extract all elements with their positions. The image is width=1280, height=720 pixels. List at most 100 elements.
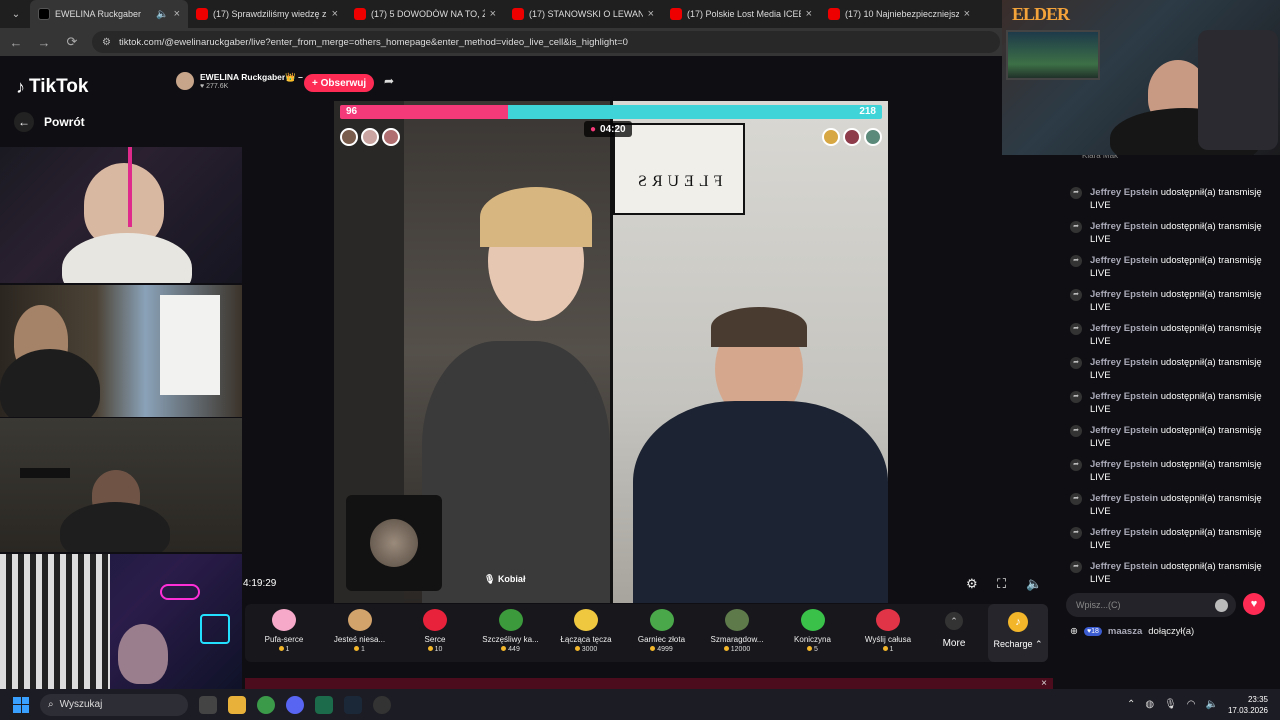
chat-username[interactable]: Jeffrey Epstein <box>1090 527 1158 538</box>
share-icon[interactable]: ➦ <box>384 74 394 88</box>
gift-name: Szmaragdow... <box>710 635 764 644</box>
tiktok-icon <box>38 8 50 20</box>
close-icon[interactable]: × <box>174 8 180 20</box>
taskbar-search[interactable]: ⌕ Wyszukaj <box>40 693 188 716</box>
chat-input[interactable]: Wpisz...(C) <box>1066 593 1236 617</box>
back-button[interactable]: ← Powrót <box>14 112 85 132</box>
browser-tab[interactable]: (17) Polskie Lost Media ICEBER × <box>662 0 820 28</box>
gift-name: Serce <box>424 635 446 644</box>
audio-playing-icon[interactable]: 🔈 <box>156 9 168 20</box>
share-icon: ➦ <box>1070 561 1082 573</box>
chat-username[interactable]: Jeffrey Epstein <box>1090 493 1158 504</box>
youtube-icon <box>512 8 524 20</box>
network-icon[interactable]: ◍ <box>1145 699 1154 710</box>
supporter-avatar[interactable] <box>864 128 882 146</box>
left-supporters[interactable] <box>340 128 400 146</box>
more-gifts-button[interactable]: ⌃ More <box>936 612 972 649</box>
close-icon[interactable]: × <box>964 8 970 20</box>
obs-icon[interactable] <box>373 695 391 714</box>
wifi-icon[interactable]: ◠ <box>1187 699 1196 710</box>
volume-icon[interactable]: 🔈 <box>1026 576 1042 592</box>
host-info[interactable]: EWELINA Ruckgaber👑 – ♥ 277.6K <box>176 72 303 90</box>
chrome-icon[interactable] <box>257 695 275 714</box>
host-name: EWELINA Ruckgaber👑 – <box>200 72 303 82</box>
browser-tab[interactable]: (17) 5 DOWODÓW NA TO, ŻE × <box>346 0 504 28</box>
back-arrow-icon[interactable]: ← <box>8 35 24 50</box>
gift-name: Pufa-serce <box>264 635 304 644</box>
gift-price: 4999 <box>624 646 700 653</box>
supporter-avatar[interactable] <box>822 128 840 146</box>
supporter-avatar[interactable] <box>843 128 861 146</box>
close-icon[interactable]: × <box>806 8 812 20</box>
supporter-avatar[interactable] <box>340 128 358 146</box>
follow-button[interactable]: + Obserwuj <box>304 74 375 92</box>
gift-item[interactable]: Łącząca tęcza 3000 <box>548 609 624 653</box>
discord-icon[interactable] <box>286 695 304 714</box>
guest-inset-video[interactable] <box>346 495 442 591</box>
gift-icon <box>649 609 674 631</box>
gift-item[interactable]: Szmaragdow... 12000 <box>699 609 775 653</box>
gift-price: 12000 <box>699 646 775 653</box>
chat-username[interactable]: Jeffrey Epstein <box>1090 187 1158 198</box>
chat-username[interactable]: Jeffrey Epstein <box>1090 357 1158 368</box>
browser-tab[interactable]: (17) 10 Najniebezpieczniejszych × <box>820 0 978 28</box>
share-icon: ➦ <box>1070 289 1082 301</box>
chat-username[interactable]: Jeffrey Epstein <box>1090 255 1158 266</box>
chat-username[interactable]: Jeffrey Epstein <box>1090 391 1158 402</box>
clock[interactable]: 23:35 17.03.2026 <box>1228 694 1268 716</box>
close-icon[interactable]: × <box>648 8 654 20</box>
supporter-avatar[interactable] <box>382 128 400 146</box>
guest-label: 🎙 Kobiał <box>484 574 526 584</box>
settings-gear-icon[interactable]: ⚙ <box>966 576 978 592</box>
gift-item[interactable]: Jesteś niesa... 1 <box>322 609 398 653</box>
share-icon: ➦ <box>1070 187 1082 199</box>
chat-username[interactable]: Jeffrey Epstein <box>1090 425 1158 436</box>
supporter-avatar[interactable] <box>361 128 379 146</box>
youtube-icon <box>828 8 840 20</box>
speaker-icon[interactable]: 🔈 <box>1206 699 1218 710</box>
right-supporters[interactable] <box>822 128 882 146</box>
chat-username[interactable]: Jeffrey Epstein <box>1090 323 1158 334</box>
forward-arrow-icon[interactable]: → <box>36 35 52 50</box>
elapsed-time: 4:19:29 <box>243 578 277 589</box>
like-heart-button[interactable]: ♥ <box>1243 593 1265 615</box>
gift-price: 1 <box>322 646 398 653</box>
close-icon[interactable]: × <box>332 8 338 20</box>
host-avatar[interactable] <box>176 72 194 90</box>
chat-username[interactable]: Jeffrey Epstein <box>1090 561 1158 572</box>
microphone-icon[interactable]: 🎙 <box>1164 699 1177 710</box>
chat-message: ➦ Jeffrey Epstein udostępnił(a) transmisj… <box>1070 492 1270 518</box>
recharge-label: Recharge ⌃ <box>993 639 1043 649</box>
chevron-up-icon[interactable]: ⌃ <box>1127 699 1135 710</box>
close-icon[interactable]: × <box>490 8 496 20</box>
xbox-icon[interactable] <box>315 695 333 714</box>
address-bar[interactable]: ⚙ tiktok.com/@ewelinaruckgaber/live?ente… <box>92 31 1000 53</box>
reload-icon[interactable]: ⟳ <box>64 34 80 50</box>
site-settings-icon[interactable]: ⚙ <box>102 37 111 48</box>
gift-item[interactable]: Pufa-serce 1 <box>246 609 322 653</box>
gift-item[interactable]: Serce 10 <box>397 609 473 653</box>
chat-username[interactable]: Jeffrey Epstein <box>1090 459 1158 470</box>
steam-icon[interactable] <box>344 695 362 714</box>
task-view-icon[interactable] <box>199 695 217 714</box>
close-icon[interactable]: × <box>1041 678 1047 689</box>
gift-item[interactable]: Szczęśliwy ka... 449 <box>473 609 549 653</box>
fullscreen-icon[interactable]: ⛶ <box>997 576 1006 592</box>
browser-tab[interactable]: EWELINA Ruckgaber 🔈 × <box>30 0 188 28</box>
gift-item[interactable]: Wyślij całusa 1 <box>850 609 926 653</box>
clock-time: 23:35 <box>1247 694 1268 704</box>
file-explorer-icon[interactable] <box>228 695 246 714</box>
browser-tab[interactable]: (17) STANOWSKI O LEWANDO × <box>504 0 662 28</box>
join-username[interactable]: maasza <box>1108 626 1142 637</box>
recharge-button[interactable]: ♪ Recharge ⌃ <box>988 604 1048 662</box>
emoji-icon[interactable] <box>1215 599 1228 612</box>
tiktok-logo[interactable]: ♪ TikTok <box>16 76 88 98</box>
battle-right-fill: 218 <box>508 105 882 119</box>
chat-username[interactable]: Jeffrey Epstein <box>1090 221 1158 232</box>
gift-item[interactable]: Koniczyna 5 <box>775 609 851 653</box>
gift-item[interactable]: Garniec złota 4999 <box>624 609 700 653</box>
tab-search-icon[interactable]: ⌄ <box>4 4 28 24</box>
chat-username[interactable]: Jeffrey Epstein <box>1090 289 1158 300</box>
windows-start-icon[interactable] <box>13 696 29 713</box>
browser-tab[interactable]: (17) Sprawdziliśmy wiedzę z m × <box>188 0 346 28</box>
